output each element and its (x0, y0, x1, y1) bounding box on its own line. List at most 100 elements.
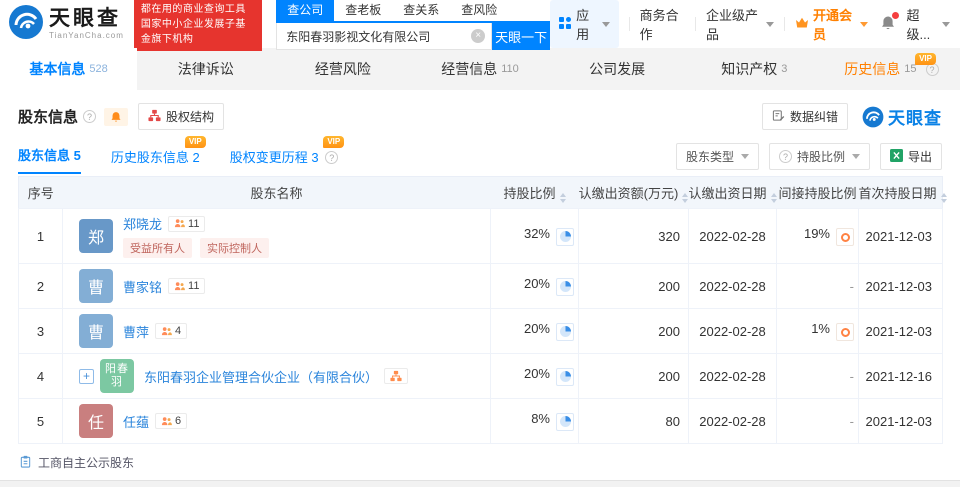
logo-title: 天眼查 (49, 7, 121, 30)
page-bottom-strip (0, 480, 960, 487)
vip-badge: VIP (184, 136, 206, 148)
user-account-menu[interactable]: 超级... (906, 5, 950, 43)
col-subscribed-amount[interactable]: 认缴出资额(万元) (578, 176, 689, 209)
pie-chart-icon[interactable] (556, 227, 574, 246)
export-button[interactable]: 导出 (879, 143, 942, 170)
chevron-down-icon (601, 21, 610, 27)
tab-legal[interactable]: 法律诉讼 (137, 48, 274, 90)
edit-document-icon (772, 109, 785, 125)
subtab-history-shareholder[interactable]: VIP 历史股东信息 2 (111, 136, 206, 174)
col-subscribed-date[interactable]: 认缴出资日期 (688, 176, 777, 209)
promo-banner: 都在用的商业查询工具 国家中小企业发展子基金旗下机构 (133, 0, 263, 51)
table-row: 2 曹 曹家铭 11 20% 200 2022-02-28 - 2021-12-… (18, 263, 943, 309)
top-menu: 应用 商务合作 企业级产品 开通会员 超级... (550, 0, 950, 48)
table-row: 3 曹 曹萍 4 20% 200 2022-02-28 1% 2021-12-0… (18, 308, 943, 354)
tab-company-development[interactable]: 公司发展 (549, 48, 686, 90)
business-coop-link[interactable]: 商务合作 (640, 5, 685, 43)
sort-icon[interactable] (770, 192, 777, 203)
table-row: 5 任 任蕴 6 8% 80 2022-02-28 - 2021-12-03 (18, 398, 943, 444)
notification-bell-icon[interactable] (880, 11, 900, 34)
tianyancha-logo-icon (8, 4, 44, 45)
table-row: 1 郑 郑晓龙 11 受益所有人 实际控制人 32% 320 2022-02-2… (18, 208, 943, 264)
partner-count-badge[interactable]: 11 (168, 278, 206, 294)
tab-intellectual-property[interactable]: 知识产权 3 (686, 48, 823, 90)
enterprise-label: 企业级产品 (706, 8, 759, 42)
subtab-equity-change-history[interactable]: VIP 股权变更历程 3 ? (230, 136, 345, 174)
search-tab-risk[interactable]: 查风险 (450, 0, 508, 21)
search-tab-boss[interactable]: 查老板 (334, 0, 392, 21)
apps-menu[interactable]: 应用 (550, 0, 619, 48)
help-icon[interactable]: ? (325, 151, 339, 164)
holding-ratio-filter[interactable]: ? 持股比例 (768, 143, 870, 170)
logo-subtitle: TianYanCha.com (49, 31, 124, 40)
col-first-holding-date[interactable]: 首次持股日期 (858, 176, 947, 209)
sort-icon[interactable] (682, 192, 689, 203)
subtab-shareholder-info[interactable]: 股东信息 5 (18, 145, 81, 174)
pie-chart-icon[interactable] (556, 412, 574, 431)
equity-structure-badge[interactable] (384, 368, 409, 384)
search-button[interactable]: 天眼一下 (492, 23, 551, 50)
company-nav-tabs: 基本信息 528 法律诉讼 经营风险 经营信息 110 公司发展 知识产权 3 历史信… (0, 48, 960, 90)
shareholder-type-filter[interactable]: 股东类型 (675, 143, 759, 170)
shareholder-subtabs: 股东信息 5 VIP 历史股东信息 2 VIP 股权变更历程 3 ? 股东类型 … (18, 136, 942, 174)
search-clear-icon[interactable]: × (471, 29, 486, 43)
search-tab-relation[interactable]: 查关系 (392, 0, 450, 21)
divider (628, 17, 630, 31)
notification-dot (892, 11, 900, 19)
avatar: 任 (79, 404, 113, 438)
tab-operation-risk[interactable]: 经营风险 (274, 48, 411, 90)
chevron-down-icon (766, 21, 775, 27)
search-tabs: 查公司 查老板 查关系 查风险 (276, 0, 551, 23)
divider (695, 17, 696, 31)
tab-basic-info[interactable]: 基本信息 528 (0, 48, 138, 90)
shareholder-name-link[interactable]: 曹萍 (123, 322, 149, 341)
top-bar: 天眼查 TianYanCha.com 都在用的商业查询工具 国家中小企业发展子基… (0, 0, 960, 51)
shareholder-name-link[interactable]: 曹家铭 (123, 277, 162, 296)
chevron-down-icon (942, 21, 950, 27)
actual-controller-tag: 实际控制人 (200, 238, 269, 258)
search-tab-company[interactable]: 查公司 (276, 0, 335, 21)
excel-export-icon (889, 148, 903, 165)
sort-icon[interactable] (559, 192, 566, 203)
table-row: 4 + 阳春羽 东阳春羽企业管理合伙企业（有限合伙） 20% 200 2022-… (18, 353, 943, 399)
enterprise-products-menu[interactable]: 企业级产品 (706, 5, 775, 43)
tianyancha-logo[interactable]: 天眼查 TianYanCha.com (8, 4, 124, 45)
self-disclosure-note: 工商自主公示股东 (18, 444, 942, 480)
help-icon[interactable]: ? (83, 110, 97, 123)
avatar: 曹 (79, 269, 113, 303)
open-vip-menu[interactable]: 开通会员 (795, 5, 869, 43)
avatar: 阳春羽 (100, 359, 134, 393)
partner-count-badge[interactable]: 4 (155, 323, 188, 339)
shareholder-name-link[interactable]: 郑晓龙 (123, 214, 162, 233)
tianyancha-watermark: 天眼查 (862, 104, 942, 129)
pie-chart-icon[interactable] (556, 367, 574, 386)
partner-count-badge[interactable]: 11 (168, 215, 206, 232)
shareholder-name-link[interactable]: 任蕴 (123, 412, 149, 431)
chevron-down-icon (740, 154, 749, 159)
tab-history-info[interactable]: 历史信息 15 ? VIP (823, 48, 960, 90)
shareholder-name-link[interactable]: 东阳春羽企业管理合伙企业（有限合伙） (144, 367, 378, 386)
pie-chart-icon[interactable] (556, 277, 574, 296)
tab-operation-info[interactable]: 经营信息 110 (411, 48, 548, 90)
section-title: 股东信息 (18, 109, 79, 126)
table-header-row: 序号 股东名称 持股比例 认缴出资额(万元) 认缴出资日期 间接持股比例 首次持… (18, 176, 947, 209)
search-input[interactable] (276, 23, 493, 50)
shareholder-table: 序号 股东名称 持股比例 认缴出资额(万元) 认缴出资日期 间接持股比例 首次持… (18, 176, 947, 444)
vip-badge: VIP (915, 53, 936, 65)
indirect-holding-icon[interactable] (836, 323, 854, 342)
vip-label: 开通会员 (813, 8, 853, 42)
username: 超级... (906, 8, 931, 42)
org-chart-icon (148, 109, 161, 125)
col-seq: 序号 (18, 176, 63, 209)
indirect-holding-icon[interactable] (836, 228, 854, 247)
help-icon: ? (778, 150, 792, 163)
sort-icon[interactable] (940, 192, 947, 203)
partner-count-badge[interactable]: 6 (155, 413, 188, 429)
avatar: 曹 (79, 314, 113, 348)
expand-button[interactable]: + (79, 368, 94, 384)
pie-chart-icon[interactable] (556, 322, 574, 341)
data-correction-button[interactable]: 数据纠错 (761, 103, 848, 130)
monitor-bell-button[interactable] (104, 107, 129, 126)
col-holding-ratio[interactable]: 持股比例 (490, 176, 579, 209)
equity-structure-button[interactable]: 股权结构 (138, 103, 225, 130)
